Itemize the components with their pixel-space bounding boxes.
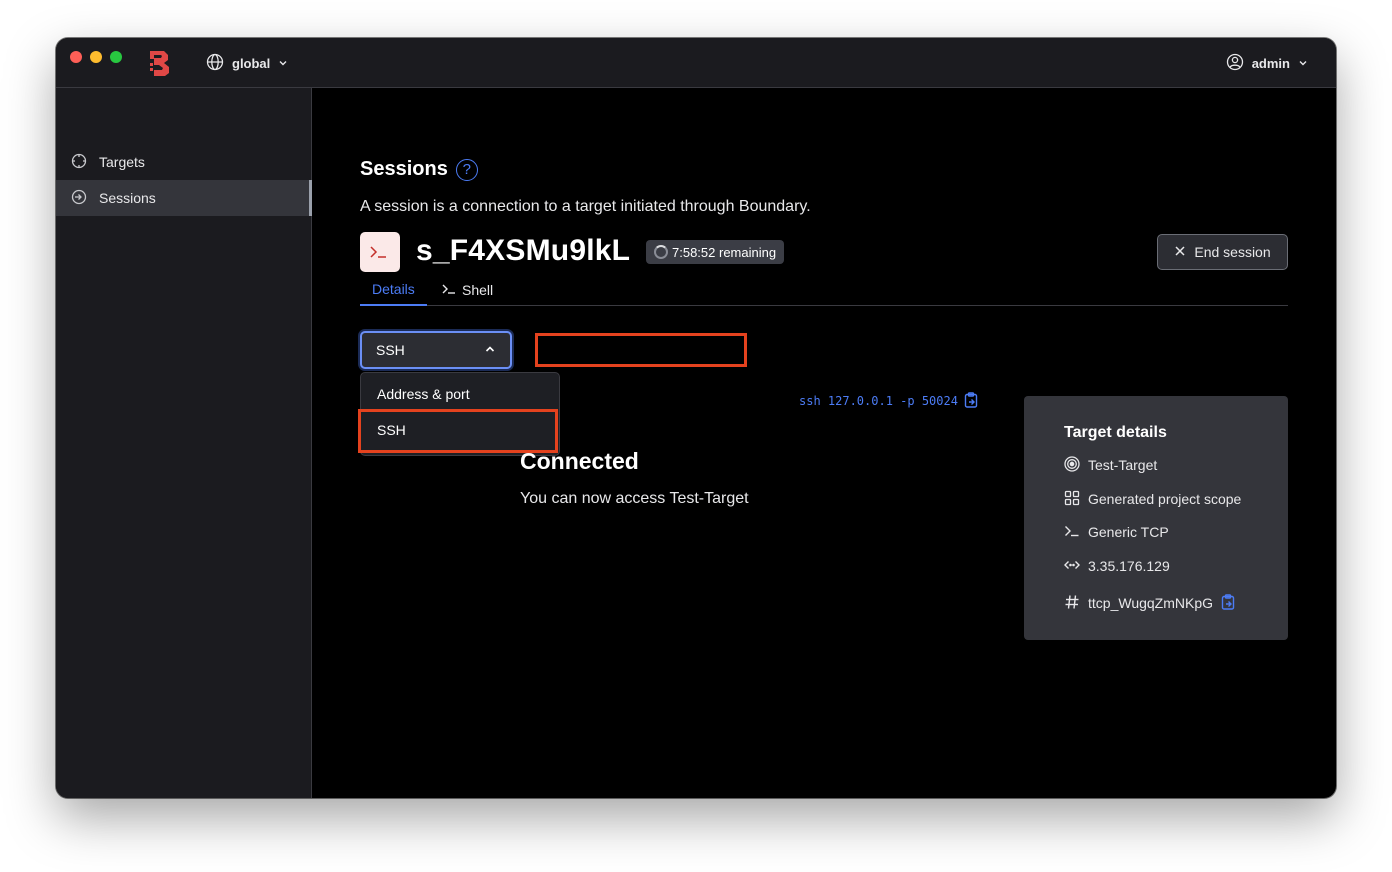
selected-method: SSH xyxy=(376,342,405,358)
close-icon xyxy=(1174,244,1186,260)
app-window: global admin Targets Sessions Sessions ?… xyxy=(56,38,1336,798)
ssh-option-highlight-box xyxy=(358,409,558,453)
time-remaining-text: 7:58:52 remaining xyxy=(672,244,777,260)
user-menu[interactable]: admin xyxy=(1226,52,1308,74)
ssh-command: ssh 127.0.0.1 -p 50024 xyxy=(799,391,978,411)
close-window-button[interactable] xyxy=(70,51,82,63)
target-address-row: 3.35.176.129 xyxy=(1064,556,1170,576)
user-label: admin xyxy=(1251,55,1290,71)
user-icon xyxy=(1226,53,1244,74)
connection-status-text: You can now access Test-Target xyxy=(520,490,749,507)
scope-label: global xyxy=(232,55,271,71)
scope-selector[interactable]: global xyxy=(206,52,288,74)
target-details-card: Target details Test-Target Generated pro… xyxy=(1024,396,1288,640)
hash-icon xyxy=(1064,594,1080,613)
title-bar: global admin xyxy=(56,38,1336,88)
tab-bar: Details Shell xyxy=(360,274,1288,306)
sidebar-item-sessions[interactable]: Sessions xyxy=(56,180,312,216)
end-session-label: End session xyxy=(1194,244,1271,260)
target-id-row: ttcp_WugqZmNKpG xyxy=(1064,593,1235,613)
tab-shell-label: Shell xyxy=(462,282,494,298)
target-id: ttcp_WugqZmNKpG xyxy=(1088,595,1214,611)
target-type-row: Generic TCP xyxy=(1064,522,1169,542)
end-session-button[interactable]: End session xyxy=(1157,234,1288,270)
spinner-icon xyxy=(654,245,668,259)
target-name-row: Test-Target xyxy=(1064,455,1157,475)
tab-shell[interactable]: Shell xyxy=(442,274,493,306)
chevron-down-icon xyxy=(278,56,288,71)
terminal-icon xyxy=(442,282,456,298)
command-highlight-box xyxy=(535,333,747,367)
chevron-up-icon xyxy=(484,342,496,358)
option-label: Address & port xyxy=(377,386,470,402)
sidebar-item-label: Sessions xyxy=(99,190,156,206)
sidebar: Targets Sessions xyxy=(56,88,312,798)
session-id: s_F4XSMu9lkL xyxy=(416,234,631,267)
sidebar-item-label: Targets xyxy=(99,154,145,170)
clipboard-copy-icon[interactable] xyxy=(964,391,978,411)
tab-details-label: Details xyxy=(372,281,415,297)
chevron-down-icon xyxy=(1298,56,1308,71)
page-title-text: Sessions xyxy=(360,158,448,180)
target-address: 3.35.176.129 xyxy=(1088,558,1170,574)
target-scope: Generated project scope xyxy=(1088,491,1242,507)
help-icon[interactable]: ? xyxy=(455,158,478,181)
target-details-title: Target details xyxy=(1064,424,1167,441)
page-title: Sessions ? xyxy=(360,158,478,181)
ssh-command-text: ssh 127.0.0.1 -p 50024 xyxy=(799,394,958,408)
zoom-window-button[interactable] xyxy=(110,51,122,63)
target-scope-row: Generated project scope xyxy=(1064,489,1241,509)
boundary-logo-icon xyxy=(148,49,172,77)
terminal-icon xyxy=(360,232,400,272)
page-description: A session is a connection to a target in… xyxy=(360,198,811,215)
globe-icon xyxy=(206,53,224,74)
target-icon xyxy=(1064,455,1080,475)
terminal-icon xyxy=(1064,524,1080,541)
crosshair-icon xyxy=(71,153,87,172)
target-type: Generic TCP xyxy=(1088,524,1169,540)
sidebar-item-targets[interactable]: Targets xyxy=(56,144,311,180)
tab-details[interactable]: Details xyxy=(360,274,427,306)
clipboard-copy-icon[interactable] xyxy=(1221,593,1235,613)
time-remaining-badge: 7:58:52 remaining xyxy=(646,240,785,264)
code-icon xyxy=(1064,558,1080,574)
connection-method-select[interactable]: SSH xyxy=(360,331,512,369)
sign-in-icon xyxy=(71,189,87,208)
target-name: Test-Target xyxy=(1088,457,1158,473)
grid-icon xyxy=(1064,490,1080,509)
minimize-window-button[interactable] xyxy=(90,51,102,63)
dropdown-option-address-port[interactable]: Address & port xyxy=(361,377,561,411)
